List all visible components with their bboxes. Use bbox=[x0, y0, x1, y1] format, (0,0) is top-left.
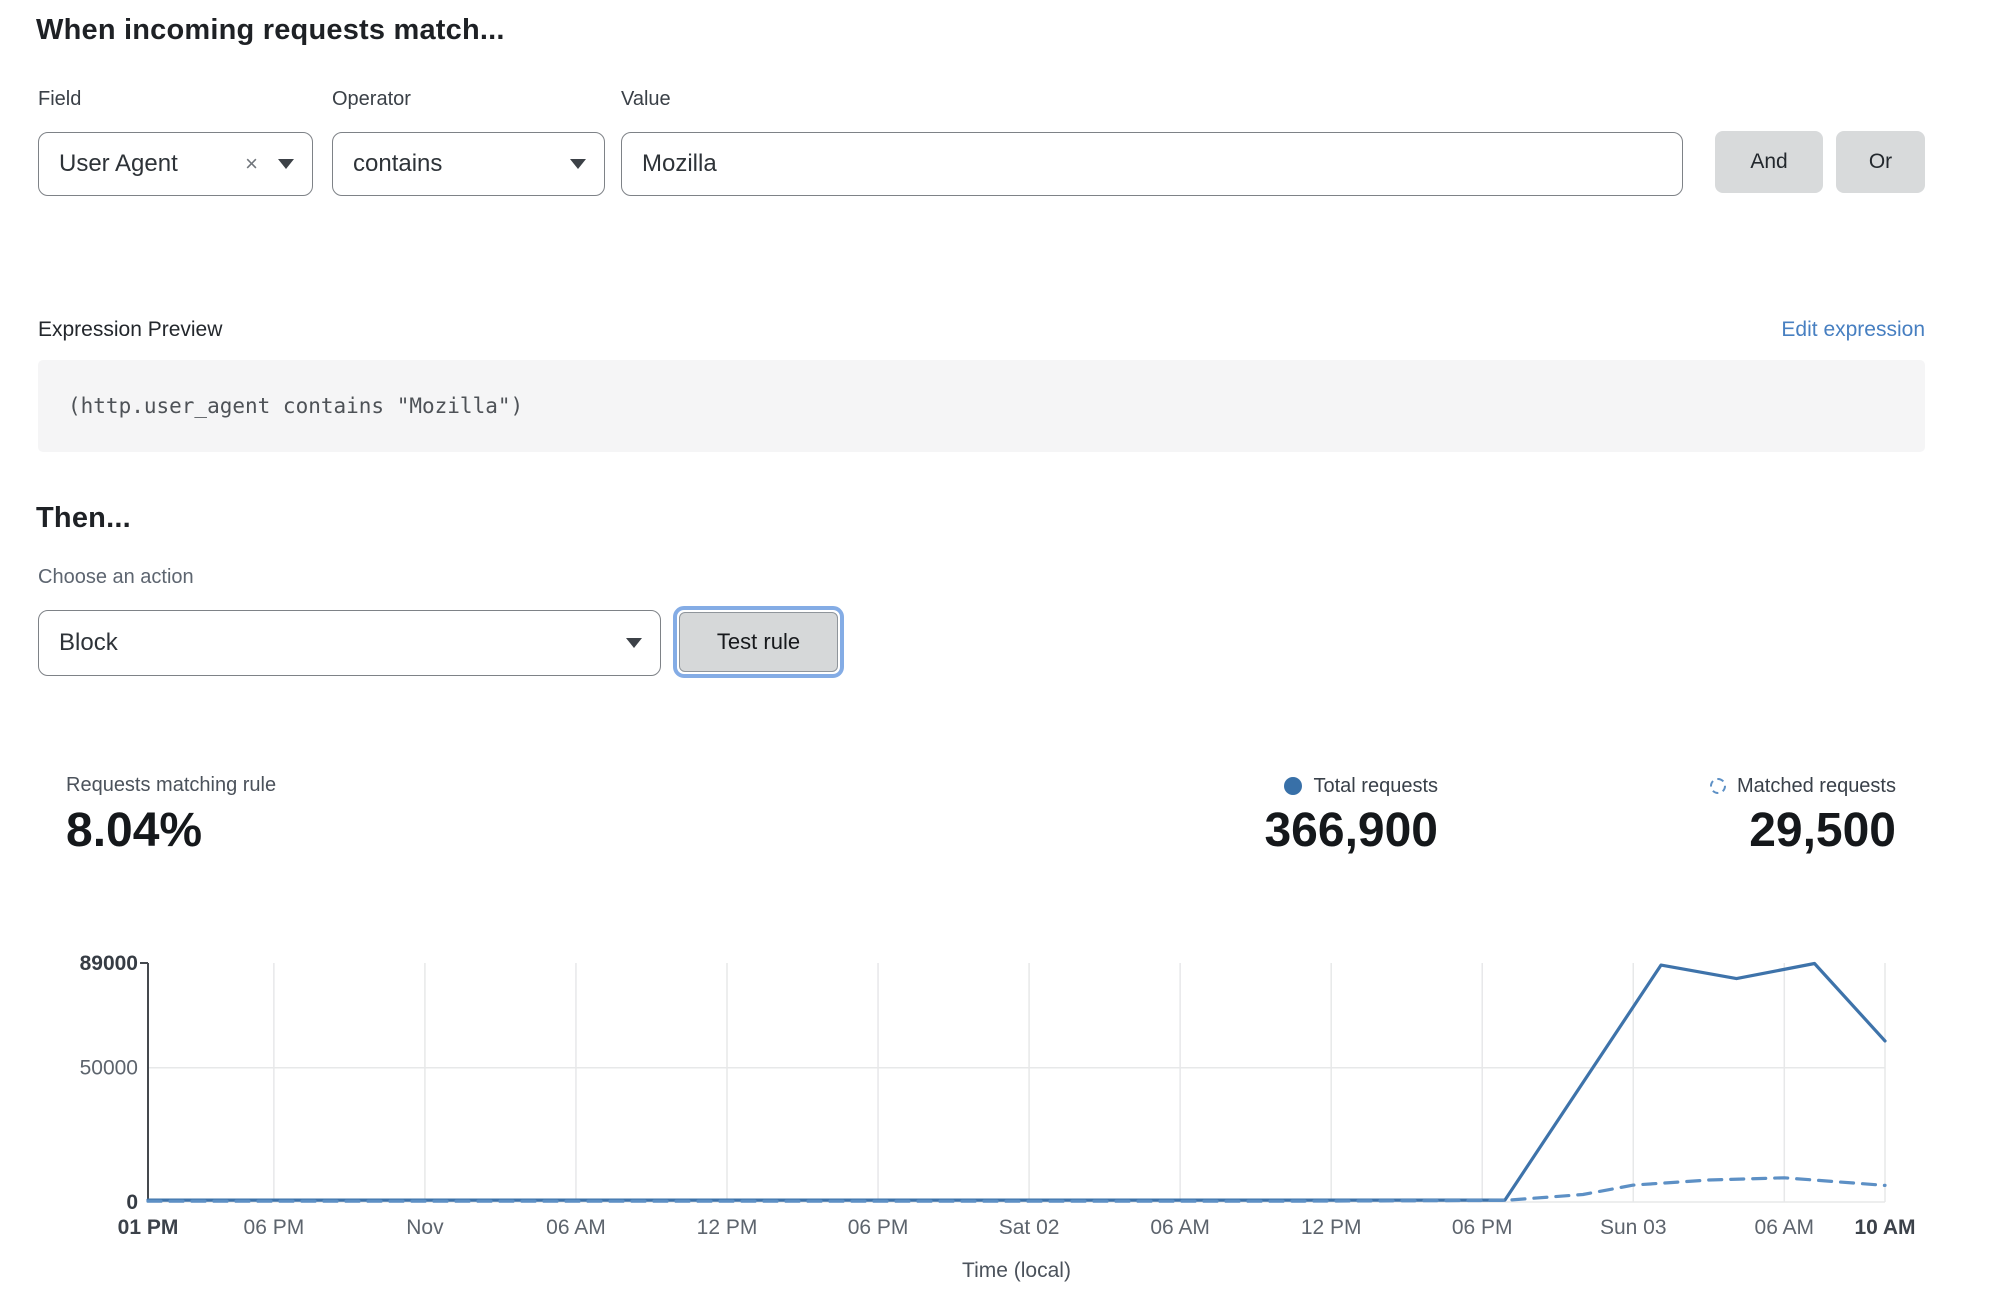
x-tick-label: 06 PM bbox=[244, 1216, 305, 1239]
action-select[interactable]: Block bbox=[38, 610, 661, 676]
total-requests-dot-icon bbox=[1284, 777, 1302, 795]
and-button[interactable]: And bbox=[1715, 131, 1823, 193]
test-rule-button[interactable]: Test rule bbox=[679, 612, 838, 672]
x-axis-title: Time (local) bbox=[962, 1259, 1071, 1282]
x-tick-label: Sun 03 bbox=[1600, 1216, 1667, 1239]
x-tick-label: 12 PM bbox=[1301, 1216, 1362, 1239]
edit-expression-link[interactable]: Edit expression bbox=[1781, 318, 1925, 342]
operator-select-value: contains bbox=[353, 150, 442, 178]
value-input[interactable]: Mozilla bbox=[621, 132, 1683, 196]
operator-select[interactable]: contains bbox=[332, 132, 605, 196]
expression-code: (http.user_agent contains "Mozilla") bbox=[38, 360, 1925, 452]
value-label: Value bbox=[621, 88, 671, 111]
field-select[interactable]: User Agent × bbox=[38, 132, 313, 196]
expression-code-block: (http.user_agent contains "Mozilla") bbox=[38, 360, 1925, 452]
x-tick-label: 06 PM bbox=[848, 1216, 909, 1239]
matched-requests-value: 29,500 bbox=[1749, 807, 1896, 855]
total-requests-label: Total requests bbox=[1313, 775, 1438, 798]
x-tick-label: 06 AM bbox=[546, 1216, 606, 1239]
y-tick-label: 0 bbox=[126, 1191, 138, 1214]
then-heading: Then... bbox=[36, 502, 131, 535]
action-select-value: Block bbox=[59, 629, 118, 657]
field-label: Field bbox=[38, 88, 81, 111]
value-input-text: Mozilla bbox=[642, 150, 717, 178]
operator-label: Operator bbox=[332, 88, 411, 111]
x-tick-label: 12 PM bbox=[697, 1216, 758, 1239]
y-tick-label: 50000 bbox=[80, 1057, 138, 1080]
total-requests-value: 366,900 bbox=[1264, 807, 1438, 855]
x-tick-label: 06 AM bbox=[1755, 1216, 1815, 1239]
test-rule-focus-ring: Test rule bbox=[673, 606, 844, 678]
matched-requests-dashed-circle-icon bbox=[1710, 778, 1726, 794]
x-tick-label: 06 PM bbox=[1452, 1216, 1513, 1239]
chevron-down-icon bbox=[570, 159, 586, 169]
x-tick-label: 01 PM bbox=[118, 1216, 179, 1239]
clear-field-icon[interactable]: × bbox=[245, 153, 258, 175]
requests-line-chart: 0 50000 89000 01 PM 06 PM Nov 06 AM 12 PM 06 PM S… bbox=[0, 930, 1999, 1295]
chevron-down-icon bbox=[278, 159, 294, 169]
matched-requests-line bbox=[148, 1178, 1885, 1201]
choose-action-label: Choose an action bbox=[38, 566, 194, 589]
requests-matching-label: Requests matching rule bbox=[66, 774, 276, 797]
x-tick-label: 10 AM bbox=[1854, 1216, 1915, 1239]
or-button[interactable]: Or bbox=[1836, 131, 1925, 193]
y-tick-label: 89000 bbox=[80, 952, 138, 975]
x-tick-label: Nov bbox=[406, 1216, 444, 1239]
matched-requests-legend[interactable]: Matched requests 29,500 bbox=[1710, 774, 1896, 855]
matched-requests-label: Matched requests bbox=[1737, 775, 1896, 798]
expression-preview-label: Expression Preview bbox=[38, 318, 222, 342]
x-tick-label: Sat 02 bbox=[999, 1216, 1060, 1239]
page-title: When incoming requests match... bbox=[36, 14, 505, 47]
requests-matching-value: 8.04% bbox=[66, 807, 276, 855]
total-requests-legend[interactable]: Total requests 366,900 bbox=[1264, 774, 1438, 855]
total-requests-line bbox=[148, 964, 1885, 1201]
x-tick-label: 06 AM bbox=[1150, 1216, 1210, 1239]
chevron-down-icon bbox=[626, 638, 642, 648]
field-select-value: User Agent bbox=[59, 150, 178, 178]
requests-matching-stat: Requests matching rule 8.04% bbox=[66, 774, 276, 855]
